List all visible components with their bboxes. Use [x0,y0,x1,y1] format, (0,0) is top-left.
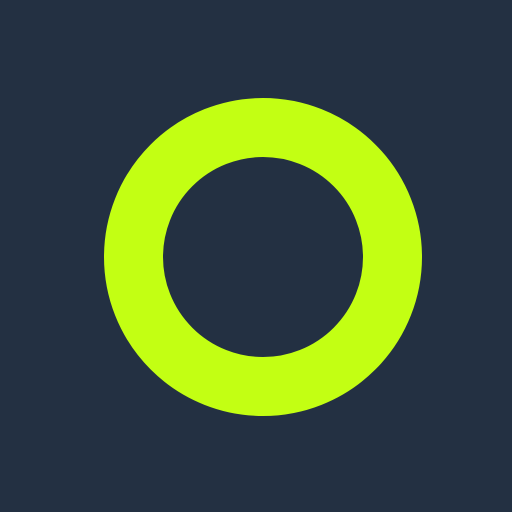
ring-logo-icon [104,98,422,416]
app-icon-canvas [0,0,512,512]
